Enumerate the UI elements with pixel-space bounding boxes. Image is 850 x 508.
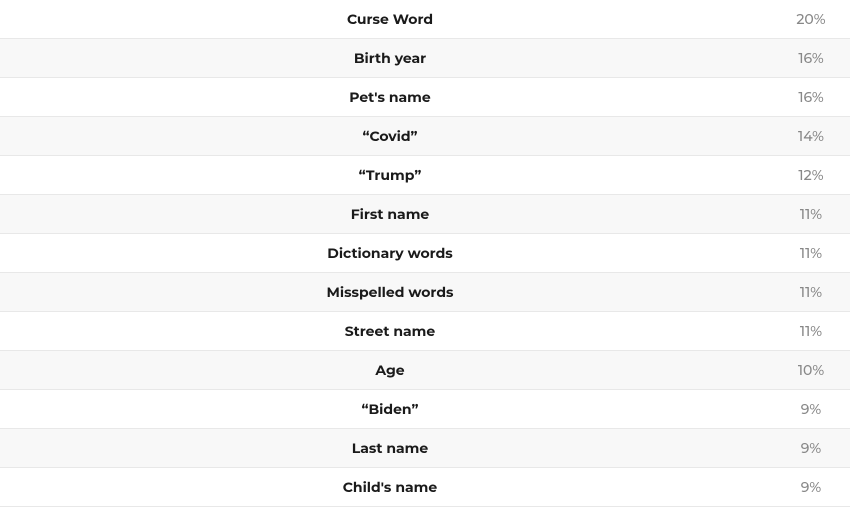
- table-row: Curse Word 20%: [0, 0, 850, 39]
- category-value: 11%: [780, 244, 850, 262]
- category-value: 9%: [780, 400, 850, 418]
- category-label: “Biden”: [0, 400, 780, 418]
- table-row: “Covid” 14%: [0, 117, 850, 156]
- table-row: Child's name 9%: [0, 468, 850, 507]
- category-label: Dictionary words: [0, 244, 780, 262]
- category-label: Last name: [0, 439, 780, 457]
- table-row: First name 11%: [0, 195, 850, 234]
- password-categories-table: Curse Word 20% Birth year 16% Pet's name…: [0, 0, 850, 507]
- category-value: 11%: [780, 322, 850, 340]
- table-row: Misspelled words 11%: [0, 273, 850, 312]
- category-label: Age: [0, 361, 780, 379]
- category-value: 9%: [780, 439, 850, 457]
- table-row: “Trump” 12%: [0, 156, 850, 195]
- category-label: “Trump”: [0, 166, 780, 184]
- category-value: 10%: [780, 361, 850, 379]
- category-label: Pet's name: [0, 88, 780, 106]
- table-row: Pet's name 16%: [0, 78, 850, 117]
- table-row: Street name 11%: [0, 312, 850, 351]
- category-value: 16%: [780, 49, 850, 67]
- table-row: “Biden” 9%: [0, 390, 850, 429]
- table-row: Last name 9%: [0, 429, 850, 468]
- category-value: 16%: [780, 88, 850, 106]
- category-value: 20%: [780, 10, 850, 28]
- category-value: 11%: [780, 283, 850, 301]
- category-value: 11%: [780, 205, 850, 223]
- category-label: Child's name: [0, 478, 780, 496]
- category-label: Birth year: [0, 49, 780, 67]
- table-row: Birth year 16%: [0, 39, 850, 78]
- category-label: Street name: [0, 322, 780, 340]
- category-label: Misspelled words: [0, 283, 780, 301]
- category-label: Curse Word: [0, 10, 780, 28]
- category-value: 9%: [780, 478, 850, 496]
- category-label: “Covid”: [0, 127, 780, 145]
- category-value: 12%: [780, 166, 850, 184]
- category-label: First name: [0, 205, 780, 223]
- table-row: Age 10%: [0, 351, 850, 390]
- category-value: 14%: [780, 127, 850, 145]
- table-row: Dictionary words 11%: [0, 234, 850, 273]
